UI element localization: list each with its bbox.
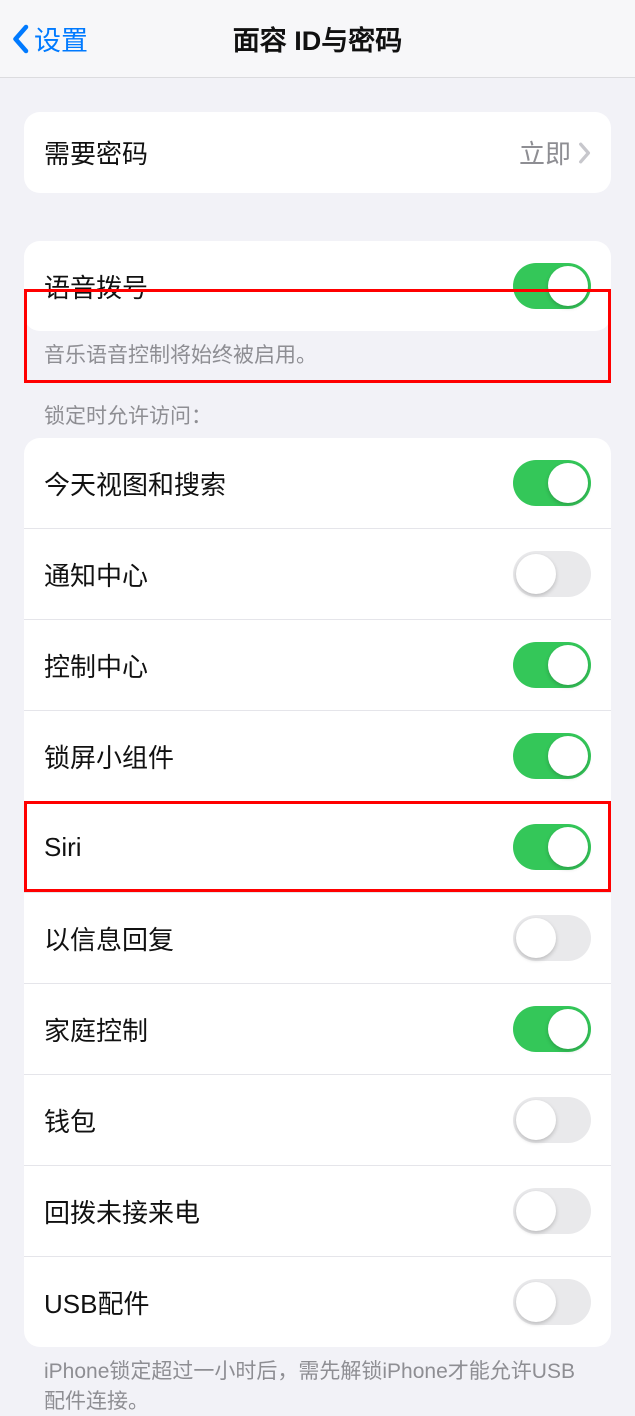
lock-access-toggle[interactable] bbox=[513, 915, 591, 961]
lock-access-toggle[interactable] bbox=[513, 460, 591, 506]
lock-access-toggle[interactable] bbox=[513, 733, 591, 779]
lock-access-row: 钱包 bbox=[24, 1074, 611, 1165]
lock-access-row: 通知中心 bbox=[24, 528, 611, 619]
require-passcode-row[interactable]: 需要密码 立即 bbox=[24, 112, 611, 193]
voice-dial-toggle[interactable] bbox=[513, 263, 591, 309]
lock-access-footer: iPhone锁定超过一小时后，需先解锁iPhone才能允许USB配件连接。 bbox=[44, 1357, 591, 1416]
lock-access-label: Siri bbox=[44, 832, 513, 863]
require-passcode-value: 立即 bbox=[519, 134, 571, 171]
lock-access-row: 今天视图和搜索 bbox=[24, 438, 611, 528]
lock-access-header: 锁定时允许访问： bbox=[44, 400, 591, 430]
voice-dial-group: 语音拨号 bbox=[24, 241, 611, 331]
navbar: 设置 面容 ID与密码 bbox=[0, 0, 635, 78]
lock-access-label: 锁屏小组件 bbox=[44, 738, 513, 775]
lock-access-toggle[interactable] bbox=[513, 1006, 591, 1052]
lock-access-toggle[interactable] bbox=[513, 1188, 591, 1234]
lock-access-label: 今天视图和搜索 bbox=[44, 465, 513, 502]
lock-access-toggle[interactable] bbox=[513, 642, 591, 688]
lock-access-row: 以信息回复 bbox=[24, 892, 611, 983]
voice-dial-footer: 音乐语音控制将始终被启用。 bbox=[44, 341, 591, 370]
lock-access-row: Siri bbox=[24, 801, 611, 892]
lock-access-toggle[interactable] bbox=[513, 551, 591, 597]
lock-access-row: 锁屏小组件 bbox=[24, 710, 611, 801]
require-passcode-group: 需要密码 立即 bbox=[24, 112, 611, 193]
lock-access-toggle[interactable] bbox=[513, 1097, 591, 1143]
chevron-right-icon bbox=[577, 142, 591, 164]
lock-access-label: USB配件 bbox=[44, 1284, 513, 1321]
lock-access-row: 控制中心 bbox=[24, 619, 611, 710]
lock-access-label: 回拨未接来电 bbox=[44, 1193, 513, 1230]
back-label: 设置 bbox=[34, 19, 88, 58]
lock-access-toggle[interactable] bbox=[513, 824, 591, 870]
lock-access-label: 钱包 bbox=[44, 1102, 513, 1139]
lock-access-label: 家庭控制 bbox=[44, 1011, 513, 1048]
back-button[interactable]: 设置 bbox=[10, 19, 88, 58]
lock-access-toggle[interactable] bbox=[513, 1279, 591, 1325]
lock-access-row: 回拨未接来电 bbox=[24, 1165, 611, 1256]
voice-dial-label: 语音拨号 bbox=[44, 268, 513, 305]
lock-access-group: 今天视图和搜索通知中心控制中心锁屏小组件 Siri 以信息回复家庭控制钱包回拨未接来… bbox=[24, 438, 611, 1347]
lock-access-label: 以信息回复 bbox=[44, 920, 513, 957]
voice-dial-row: 语音拨号 bbox=[24, 241, 611, 331]
lock-access-row: 家庭控制 bbox=[24, 983, 611, 1074]
lock-access-label: 通知中心 bbox=[44, 556, 513, 593]
page-title: 面容 ID与密码 bbox=[0, 19, 635, 58]
chevron-left-icon bbox=[10, 24, 30, 54]
require-passcode-label: 需要密码 bbox=[44, 134, 519, 171]
lock-access-row: USB配件 bbox=[24, 1256, 611, 1347]
lock-access-label: 控制中心 bbox=[44, 647, 513, 684]
